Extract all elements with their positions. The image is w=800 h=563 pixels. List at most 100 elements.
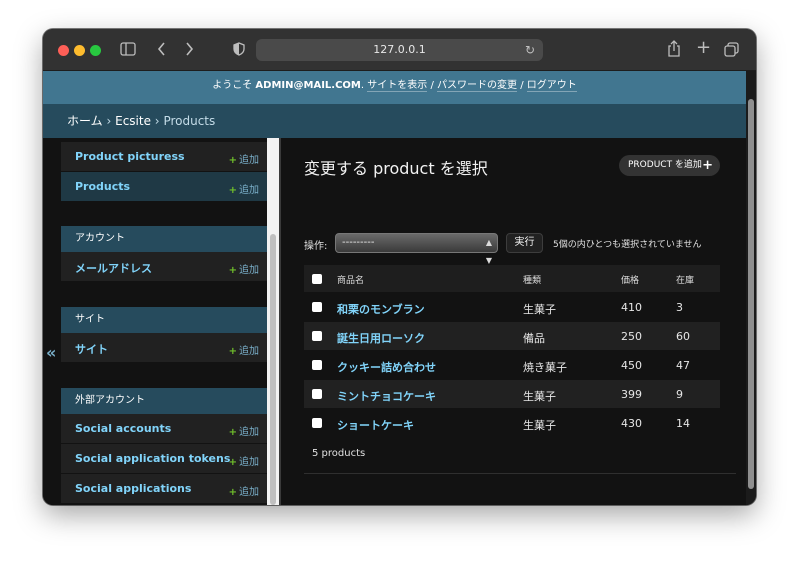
- breadcrumb-current: Products: [163, 114, 216, 128]
- action-select-value: ---------: [342, 237, 375, 248]
- product-name-link[interactable]: ショートケーキ: [337, 417, 414, 433]
- user-tools-bar: ようこそ ADMIN@MAIL.COM. サイトを表示 / パスワードの変更 /…: [43, 71, 746, 104]
- run-action-button[interactable]: 実行: [506, 233, 543, 253]
- new-tab-icon[interactable]: +: [696, 39, 711, 57]
- share-icon[interactable]: [667, 40, 681, 60]
- sidebar-item-label[interactable]: Products: [75, 180, 130, 193]
- sidebar-item-social-accounts[interactable]: Social accounts + 追加: [61, 414, 267, 444]
- column-header-price[interactable]: 価格: [621, 273, 639, 286]
- action-select[interactable]: --------- ▲ ▼: [335, 233, 498, 265]
- paginator: 5 products: [304, 438, 736, 474]
- breadcrumb-app[interactable]: Ecsite: [115, 114, 151, 128]
- select-all-checkbox[interactable]: [312, 274, 322, 284]
- sidebar-item-social-applications[interactable]: Social applications + 追加: [61, 474, 267, 504]
- sidebar-item-label[interactable]: Social application tokens: [75, 452, 230, 465]
- add-icon: +: [228, 155, 237, 166]
- row-checkbox[interactable]: [312, 360, 322, 370]
- logout-link[interactable]: ログアウト: [526, 80, 577, 92]
- sidebar-item-products[interactable]: Products + 追加: [61, 172, 267, 202]
- product-name-link[interactable]: クッキー詰め合わせ: [337, 359, 436, 375]
- product-name-link[interactable]: 誕生日用ローソク: [337, 330, 425, 346]
- tab-overview-icon[interactable]: [724, 42, 739, 60]
- sidebar-item-label[interactable]: Social applications: [75, 482, 191, 495]
- content-main: 変更する product を選択 PRODUCT を追加 + 操作: -----…: [281, 138, 746, 505]
- page-scrollbar-thumb[interactable]: [748, 99, 754, 489]
- row-checkbox[interactable]: [312, 302, 322, 312]
- actions-bar: 操作: --------- ▲ ▼ 実行 5個の内ひとつも選択されていません: [304, 233, 724, 265]
- sidebar-collapse-toggle[interactable]: «: [43, 138, 61, 505]
- product-type: 焼き菓子: [523, 361, 567, 374]
- privacy-shield-icon[interactable]: [233, 42, 245, 59]
- back-icon[interactable]: [157, 41, 167, 60]
- row-checkbox[interactable]: [312, 331, 322, 341]
- sidebar-toggle-icon[interactable]: [120, 42, 136, 59]
- table-row: ショートケーキ 生菓子 430 14: [304, 408, 720, 437]
- view-site-link[interactable]: サイトを表示: [367, 80, 428, 92]
- sidebar-app-header[interactable]: サイト: [61, 307, 267, 333]
- product-name-link[interactable]: 和栗のモンブラン: [337, 301, 425, 317]
- sidebar-add-link[interactable]: + 追加: [229, 151, 259, 166]
- add-icon: +: [228, 346, 237, 357]
- table-row: クッキー詰め合わせ 焼き菓子 450 47: [304, 350, 720, 379]
- minimize-window-button[interactable]: [74, 45, 85, 56]
- sidebar-add-link[interactable]: + 追加: [229, 423, 259, 438]
- table-header: 商品名 種類 価格 在庫: [304, 265, 720, 292]
- sidebar-app-header[interactable]: アカウント: [61, 226, 267, 252]
- add-icon: +: [228, 457, 237, 468]
- breadcrumb-separator: ›: [154, 114, 160, 128]
- sidebar-item-label[interactable]: サイト: [75, 341, 108, 357]
- sidebar-item-site[interactable]: サイト + 追加: [61, 333, 267, 363]
- sidebar-item-label[interactable]: Social accounts: [75, 422, 171, 435]
- welcome-text: ようこそ: [212, 80, 253, 91]
- sidebar-item-email-address[interactable]: メールアドレス + 追加: [61, 252, 267, 282]
- row-checkbox[interactable]: [312, 389, 322, 399]
- address-bar[interactable]: 127.0.0.1 ↻: [256, 39, 543, 61]
- table-row: 和栗のモンブラン 生菓子 410 3: [304, 292, 720, 321]
- breadcrumb-separator: ›: [106, 114, 112, 128]
- sidebar-scrollbar[interactable]: [267, 138, 279, 505]
- column-header-stock[interactable]: 在庫: [676, 273, 694, 286]
- sidebar-add-link[interactable]: + 追加: [229, 483, 259, 498]
- add-product-button[interactable]: PRODUCT を追加 +: [619, 155, 720, 176]
- page-scrollbar[interactable]: [746, 71, 756, 505]
- sidebar-item-label[interactable]: Product picturess: [75, 150, 185, 163]
- nav-sidebar: Product picturess + 追加 Products + 追加 アカウント…: [43, 138, 279, 505]
- product-name-link[interactable]: ミントチョコケーキ: [337, 388, 436, 404]
- close-window-button[interactable]: [58, 45, 69, 56]
- row-checkbox[interactable]: [312, 418, 322, 428]
- product-stock: 9: [676, 388, 683, 401]
- userbar-separator: /: [430, 80, 434, 91]
- sidebar-add-link[interactable]: + 追加: [229, 181, 259, 196]
- product-type: 備品: [523, 332, 545, 345]
- product-price: 450: [621, 359, 642, 372]
- product-type: 生菓子: [523, 390, 556, 403]
- forward-icon[interactable]: [184, 41, 194, 60]
- sidebar-item-label[interactable]: メールアドレス: [75, 260, 152, 276]
- product-price: 430: [621, 417, 642, 430]
- double-chevron-left-icon[interactable]: «: [46, 343, 56, 362]
- sidebar-app-header[interactable]: 外部アカウント: [61, 388, 267, 414]
- change-password-link[interactable]: パスワードの変更: [437, 80, 517, 92]
- product-stock: 14: [676, 417, 690, 430]
- page-title: 変更する product を選択: [304, 159, 488, 178]
- sidebar-scrollbar-thumb[interactable]: [270, 234, 276, 505]
- column-header-name[interactable]: 商品名: [337, 273, 364, 286]
- reload-icon[interactable]: ↻: [525, 39, 535, 61]
- user-name: ADMIN@MAIL.COM: [255, 80, 361, 91]
- sidebar-add-link[interactable]: + 追加: [229, 261, 259, 276]
- action-counter: 5個の内ひとつも選択されていません: [553, 240, 702, 250]
- sidebar-add-link[interactable]: + 追加: [229, 342, 259, 357]
- column-header-type[interactable]: 種類: [523, 273, 541, 286]
- table-row: ミントチョコケーキ 生菓子 399 9: [304, 379, 720, 408]
- zoom-window-button[interactable]: [90, 45, 101, 56]
- add-icon: +: [228, 265, 237, 276]
- sidebar-add-link[interactable]: + 追加: [229, 453, 259, 468]
- product-stock: 60: [676, 330, 690, 343]
- add-icon: +: [228, 185, 237, 196]
- product-type: 生菓子: [523, 419, 556, 432]
- sidebar-item-social-application-tokens[interactable]: Social application tokens + 追加: [61, 444, 267, 474]
- sidebar-item-product-picturess[interactable]: Product picturess + 追加: [61, 142, 267, 172]
- product-type: 生菓子: [523, 303, 556, 316]
- breadcrumb-home[interactable]: ホーム: [67, 114, 103, 128]
- browser-titlebar: 127.0.0.1 ↻ +: [43, 29, 756, 71]
